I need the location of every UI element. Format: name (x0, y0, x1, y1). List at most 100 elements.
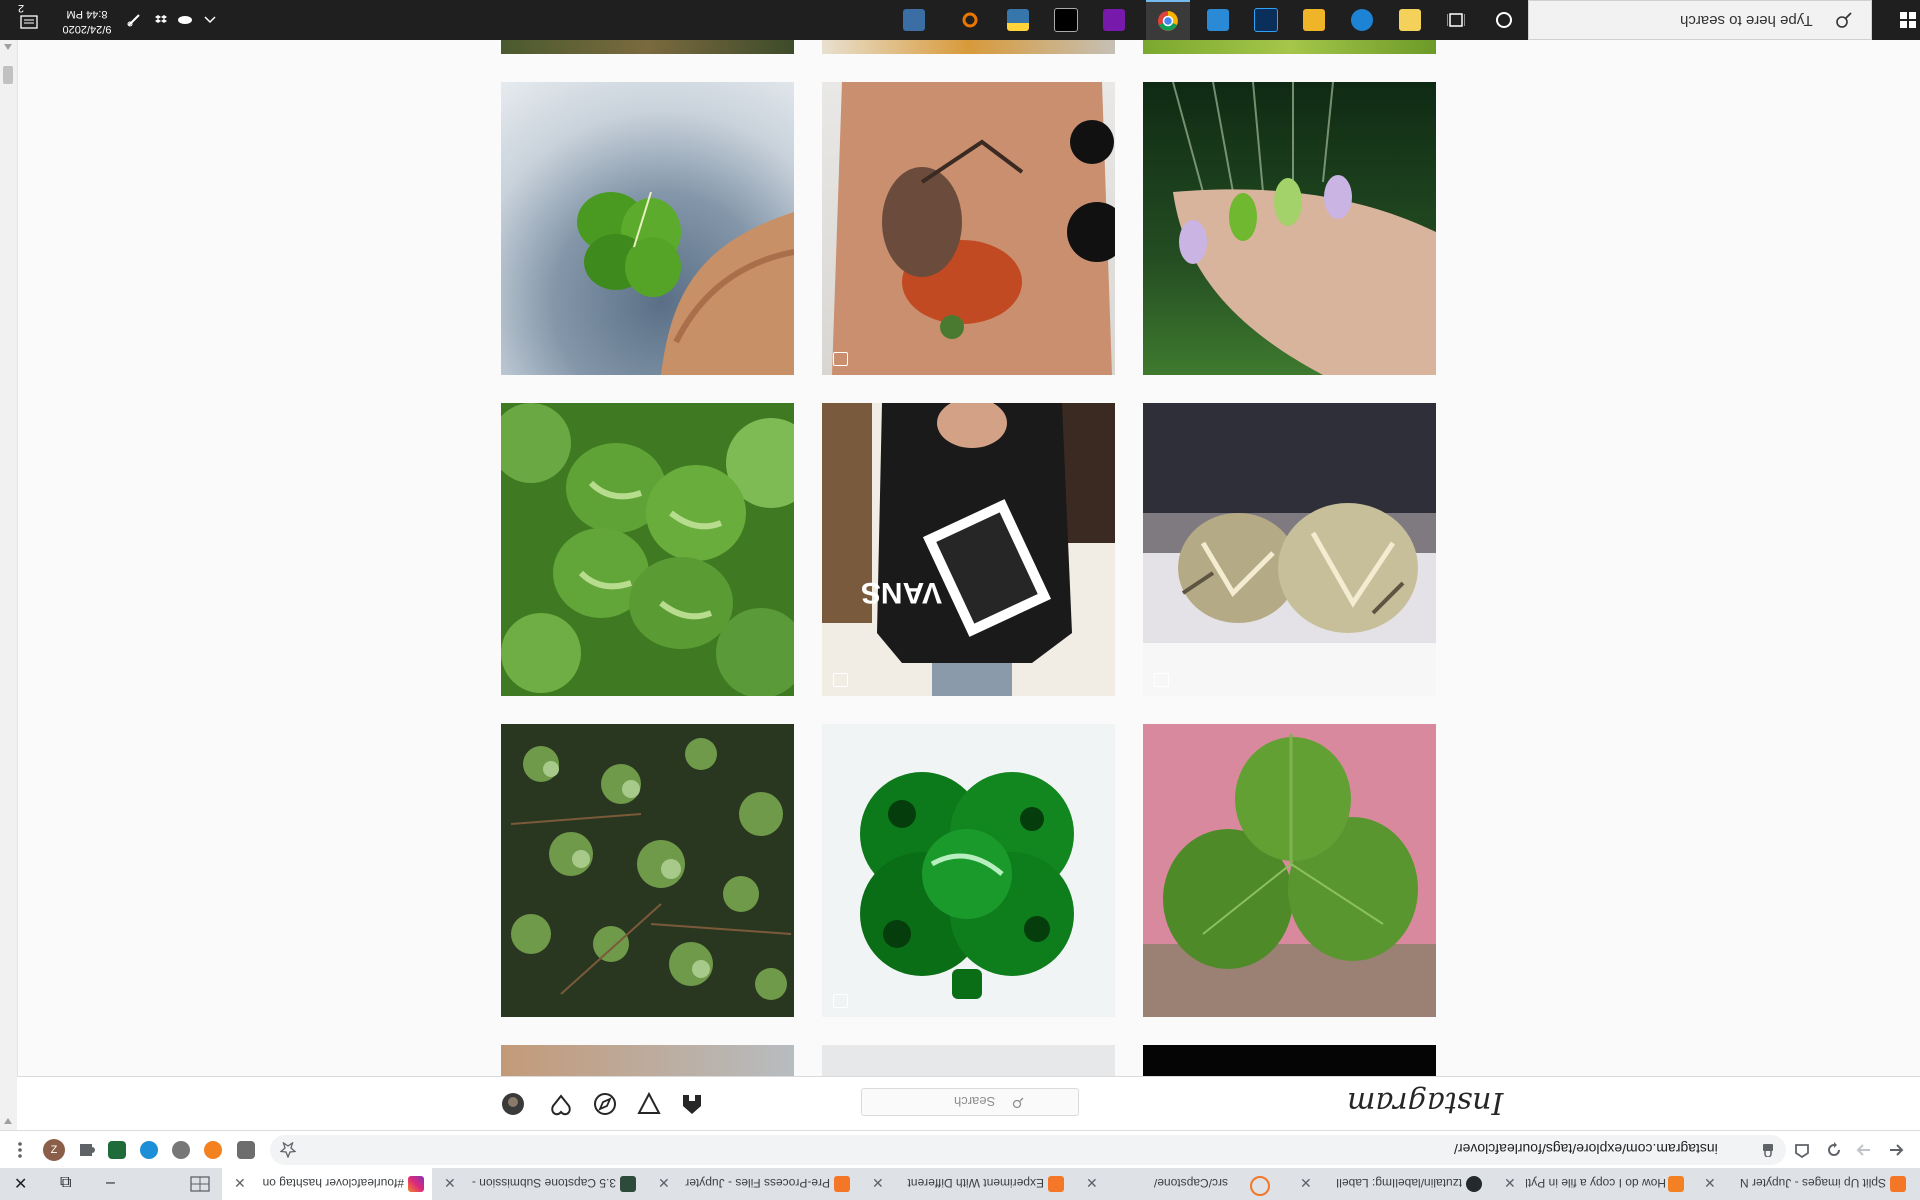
home-icon[interactable] (680, 1092, 704, 1116)
scroll-down-arrow-icon[interactable] (4, 1118, 12, 1124)
browser-toolbar: instagram.com/explore/tags/fourleafclove… (0, 1130, 1920, 1168)
forward-arrow-icon[interactable] (1856, 1142, 1872, 1158)
edge-icon[interactable] (1346, 0, 1378, 40)
restore-window-icon[interactable]: ⧉ (60, 1174, 71, 1192)
close-tab-icon[interactable]: ✕ (444, 1175, 456, 1192)
extension-blue-icon[interactable] (140, 1141, 158, 1159)
tab-pre-process-files[interactable]: ✕ Pre-Process Files - Jupyter (650, 1168, 860, 1200)
grid-tile-8[interactable] (822, 724, 1115, 1017)
search-icon (1012, 1097, 1024, 1109)
omnibox[interactable]: instagram.com/explore/tags/fourleafclove… (270, 1135, 1786, 1165)
blender-icon[interactable] (954, 0, 986, 40)
green-nails-photo (1172, 82, 1436, 375)
partial-tile-bottom-3[interactable] (1143, 1045, 1436, 1076)
partial-tile-top-2[interactable] (822, 40, 1115, 54)
grid-tile-2[interactable] (822, 82, 1115, 375)
tab-label: Experiment With Different (907, 1176, 1045, 1190)
grid-tile-7[interactable] (501, 724, 794, 1017)
grid-tile-3[interactable] (1143, 82, 1436, 375)
chevron-up-icon[interactable] (198, 0, 222, 40)
file-explorer-icon[interactable] (1298, 0, 1330, 40)
close-tab-icon[interactable]: ✕ (1704, 1175, 1716, 1192)
tab-label: How do I copy a file in Pyth (1526, 1176, 1666, 1190)
close-tab-icon[interactable]: ✕ (1300, 1175, 1312, 1192)
scrollbar-thumb[interactable] (3, 66, 13, 84)
instagram-logo[interactable]: Instagram (1347, 1085, 1503, 1120)
multi-post-icon (1154, 673, 1169, 687)
terminal-icon[interactable] (1050, 0, 1082, 40)
minimize-window-icon[interactable]: – (106, 1174, 115, 1192)
grid-tile-9[interactable] (1143, 724, 1436, 1017)
chrome-icon[interactable] (1146, 0, 1190, 40)
activity-icon[interactable] (549, 1092, 573, 1116)
capstone-favicon-icon (620, 1176, 636, 1192)
profile-avatar-icon[interactable]: Z (43, 1139, 65, 1161)
tab-split-up-images[interactable]: ✕ Split Up images - Jupyter N (1696, 1168, 1916, 1200)
close-tab-icon[interactable]: ✕ (1086, 1175, 1098, 1192)
bookmark-star-icon[interactable] (280, 1142, 296, 1158)
tab-labelimg[interactable]: ✕ tzutalin/labelImg: LabelI (1292, 1168, 1492, 1200)
store-icon[interactable] (898, 0, 930, 40)
start-icon[interactable] (1896, 0, 1920, 40)
home-button-icon[interactable] (1794, 1142, 1810, 1158)
scroll-up-arrow-icon[interactable] (4, 44, 12, 50)
explore-icon[interactable] (593, 1092, 617, 1116)
grid-tile-4[interactable] (501, 403, 794, 696)
tab-copy-file-python[interactable]: ✕ How do I copy a file in Pyth (1496, 1168, 1692, 1200)
partial-tile-bottom-1[interactable] (501, 1045, 794, 1076)
cortana-icon[interactable] (1490, 0, 1518, 40)
direct-icon[interactable] (637, 1092, 661, 1116)
page-scrollbar[interactable] (0, 40, 18, 1130)
tab-capstone-submission[interactable]: ✕ 3.5 Capstone Submission - (436, 1168, 646, 1200)
clock-time: 8:44 PM (66, 8, 108, 20)
partial-tile-bottom-2[interactable] (822, 1045, 1115, 1076)
calculator-icon[interactable] (1394, 0, 1426, 40)
tab-label: Split Up images - Jupyter N (1739, 1176, 1886, 1190)
partial-tile-top-1[interactable] (501, 40, 794, 54)
grid-tile-6[interactable] (1143, 403, 1436, 696)
svg-text:VANS: VANS (861, 576, 942, 609)
extension-gray-icon[interactable] (172, 1141, 190, 1159)
vans-shirt-photo: VANS (822, 403, 1115, 696)
tab-experiment-different[interactable]: ✕ Experiment With Different (864, 1168, 1074, 1200)
tab-search-icon[interactable] (190, 1176, 210, 1192)
back-arrow-icon[interactable] (1888, 1142, 1904, 1158)
profile-avatar[interactable] (501, 1092, 525, 1116)
close-tab-icon[interactable]: ✕ (658, 1175, 670, 1192)
close-window-icon[interactable]: ✕ (14, 1174, 27, 1194)
grid-tile-1[interactable] (501, 82, 794, 375)
task-view-icon[interactable] (1442, 0, 1470, 40)
browser-tab-strip: ✕ ⧉ – ✕ #fourleafclover hashtag on ✕ 3.5… (0, 1168, 1920, 1200)
green-glass-clover-photo (822, 724, 1115, 1017)
jupyter-favicon-icon (1048, 1176, 1064, 1192)
close-tab-icon[interactable]: ✕ (234, 1175, 246, 1192)
extension-green-icon[interactable] (108, 1141, 126, 1159)
extensions-puzzle-icon[interactable] (77, 1141, 95, 1159)
photoshop-icon[interactable] (1250, 0, 1282, 40)
instagram-search-placeholder: Search (954, 1094, 996, 1109)
partial-tile-top-3[interactable] (1143, 40, 1436, 54)
extension-orange-icon[interactable] (204, 1141, 222, 1159)
grid-tile-5[interactable]: VANS (822, 403, 1115, 696)
pen-icon[interactable] (122, 0, 146, 40)
reload-icon[interactable] (1826, 1142, 1842, 1158)
close-tab-icon[interactable]: ✕ (1504, 1175, 1516, 1192)
python-icon[interactable] (1002, 0, 1034, 40)
stackoverflow-favicon-icon (1668, 1176, 1684, 1192)
close-tab-icon[interactable]: ✕ (872, 1175, 884, 1192)
taskbar-clock[interactable]: 9/24/2020 8:44 PM (52, 4, 122, 36)
extension-grammarly-icon[interactable] (237, 1141, 255, 1159)
onenote-icon[interactable] (1098, 0, 1130, 40)
crystal-rings-photo (1143, 403, 1436, 696)
taskbar-search-box[interactable]: Type here to search (1528, 0, 1872, 40)
tab-instagram-fourleafclover[interactable]: ✕ #fourleafclover hashtag on (222, 1168, 432, 1200)
chrome-menu-icon[interactable] (18, 1141, 22, 1159)
notification-center-icon[interactable]: 2 (14, 0, 46, 40)
tab-src-capstone[interactable]: ✕ src/Capstone/ (1078, 1168, 1288, 1200)
mail-icon[interactable] (1202, 0, 1234, 40)
instagram-search-input[interactable]: Search (861, 1088, 1079, 1116)
clover-hand-photo (577, 191, 794, 375)
lock-icon (1763, 1144, 1773, 1157)
dropbox-icon[interactable] (150, 0, 172, 40)
onedrive-icon[interactable] (174, 0, 196, 40)
